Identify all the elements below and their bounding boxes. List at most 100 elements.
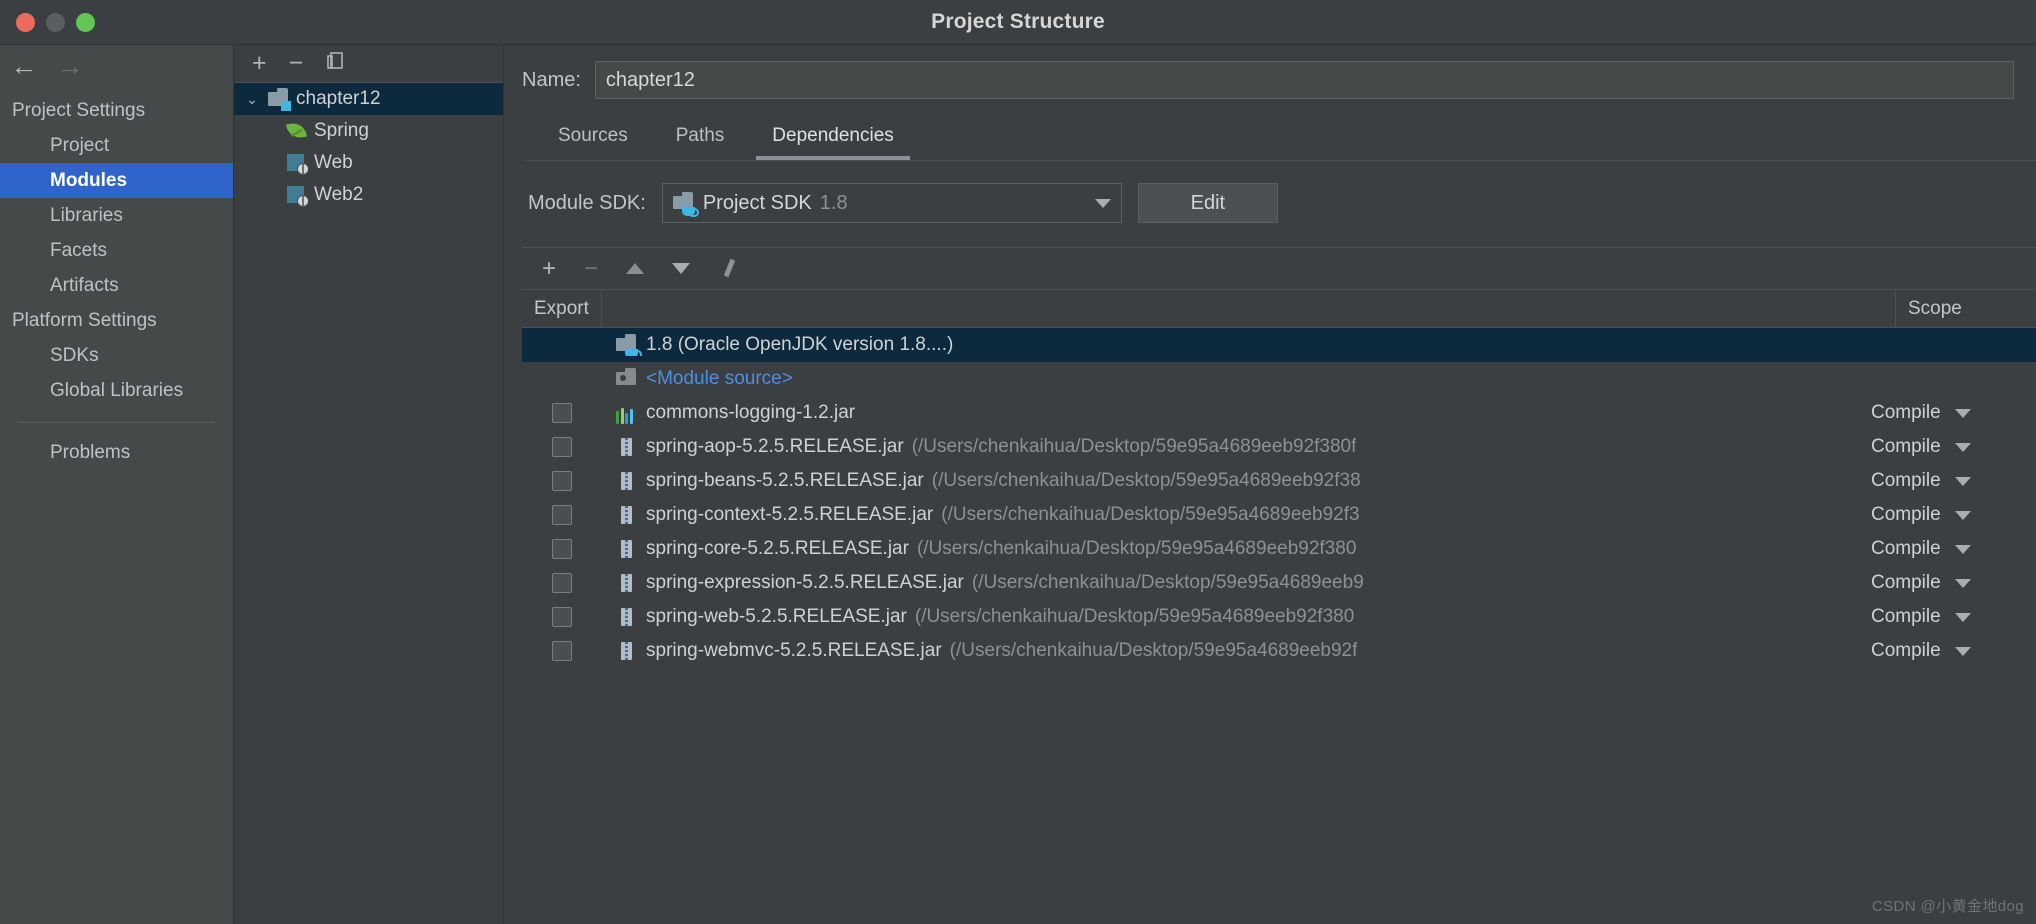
add-dependency-icon[interactable]: +: [542, 256, 556, 281]
back-arrow-icon[interactable]: ←: [10, 52, 38, 80]
sidebar-item-global-libraries[interactable]: Global Libraries: [0, 373, 233, 408]
export-cell[interactable]: [522, 573, 602, 593]
edit-sdk-button[interactable]: Edit: [1137, 183, 1278, 223]
add-module-icon[interactable]: +: [252, 51, 267, 76]
module-tabs: Sources Paths Dependencies: [504, 99, 2036, 160]
tab-dependencies[interactable]: Dependencies: [748, 121, 917, 160]
chevron-down-icon[interactable]: [1954, 408, 1971, 418]
column-header-export[interactable]: Export: [522, 290, 602, 327]
window-body: ← → Project Settings Project Modules Lib…: [0, 45, 2036, 924]
column-header-scope[interactable]: Scope: [1896, 290, 2036, 327]
table-row[interactable]: 1.8 (Oracle OpenJDK version 1.8....): [522, 328, 2036, 362]
settings-sidebar: ← → Project Settings Project Modules Lib…: [0, 45, 234, 924]
scope-value: Compile: [1871, 606, 1941, 627]
chevron-down-icon[interactable]: ⌄: [242, 91, 262, 108]
export-checkbox[interactable]: [552, 437, 572, 457]
export-checkbox[interactable]: [552, 471, 572, 491]
chevron-down-icon[interactable]: [1954, 578, 1971, 588]
table-row[interactable]: <Module source>: [522, 362, 2036, 396]
jdk-icon: [672, 192, 699, 217]
table-row[interactable]: spring-core-5.2.5.RELEASE.jar (/Users/ch…: [522, 532, 2036, 566]
export-cell[interactable]: [522, 403, 602, 423]
table-row[interactable]: spring-webmvc-5.2.5.RELEASE.jar (/Users/…: [522, 634, 2036, 668]
sidebar-divider: [18, 422, 215, 423]
dependency-name-cell: spring-web-5.2.5.RELEASE.jar (/Users/che…: [602, 606, 1871, 628]
export-cell[interactable]: [522, 539, 602, 559]
name-label: Name:: [522, 68, 581, 91]
export-checkbox[interactable]: [552, 573, 572, 593]
table-row[interactable]: spring-context-5.2.5.RELEASE.jar (/Users…: [522, 498, 2036, 532]
scope-cell[interactable]: Compile: [1871, 572, 2036, 594]
tab-sources[interactable]: Sources: [534, 121, 652, 160]
tree-node-spring[interactable]: Spring: [234, 115, 503, 147]
edit-dependency-icon[interactable]: [718, 258, 740, 280]
sidebar-item-artifacts[interactable]: Artifacts: [0, 268, 233, 303]
close-button[interactable]: [16, 12, 35, 32]
remove-dependency-icon[interactable]: −: [584, 256, 598, 281]
scope-cell[interactable]: Compile: [1871, 606, 2036, 628]
module-sdk-label: Module SDK:: [528, 191, 646, 214]
export-cell[interactable]: [522, 437, 602, 457]
chevron-down-icon[interactable]: [1954, 476, 1971, 486]
sidebar-item-modules[interactable]: Modules: [0, 163, 233, 198]
dependency-path: (/Users/chenkaihua/Desktop/59e95a4689eeb…: [931, 470, 1361, 491]
export-cell[interactable]: [522, 607, 602, 627]
export-cell[interactable]: [522, 505, 602, 525]
table-row[interactable]: spring-beans-5.2.5.RELEASE.jar (/Users/c…: [522, 464, 2036, 498]
tree-node-chapter12[interactable]: ⌄ chapter12: [234, 83, 503, 115]
zoom-button[interactable]: [76, 12, 95, 32]
scope-cell[interactable]: Compile: [1871, 504, 2036, 526]
sidebar-item-problems[interactable]: Problems: [0, 435, 233, 470]
table-row[interactable]: spring-web-5.2.5.RELEASE.jar (/Users/che…: [522, 600, 2036, 634]
module-sdk-row: Module SDK: Project SDK 1.8 Edit: [504, 161, 2036, 223]
export-checkbox[interactable]: [552, 641, 572, 661]
dependency-path: (/Users/chenkaihua/Desktop/59e95a4689eeb…: [971, 572, 1364, 593]
chevron-down-icon[interactable]: [1954, 442, 1971, 452]
scope-cell[interactable]: Compile: [1871, 436, 2036, 458]
tree-node-web[interactable]: Web: [234, 147, 503, 179]
spring-icon: [286, 120, 308, 142]
move-up-icon[interactable]: [626, 263, 645, 274]
copy-module-icon[interactable]: [325, 50, 347, 77]
export-checkbox[interactable]: [552, 539, 572, 559]
chevron-down-icon[interactable]: [1954, 510, 1971, 520]
table-row[interactable]: commons-logging-1.2.jar Compile: [522, 396, 2036, 430]
chevron-down-icon[interactable]: [1954, 612, 1971, 622]
edit-button-label: Edit: [1190, 191, 1226, 214]
export-cell[interactable]: [522, 641, 602, 661]
scope-value: Compile: [1871, 504, 1941, 525]
module-sdk-dropdown[interactable]: Project SDK 1.8: [661, 183, 1122, 223]
sidebar-item-facets[interactable]: Facets: [0, 233, 233, 268]
forward-arrow-icon[interactable]: →: [56, 52, 84, 80]
jar-icon: [616, 606, 638, 628]
scope-cell[interactable]: Compile: [1871, 402, 2036, 424]
remove-module-icon[interactable]: −: [289, 51, 304, 76]
table-row[interactable]: spring-expression-5.2.5.RELEASE.jar (/Us…: [522, 566, 2036, 600]
scope-cell[interactable]: Compile: [1871, 538, 2036, 560]
jar-icon: [616, 436, 638, 458]
table-row[interactable]: spring-aop-5.2.5.RELEASE.jar (/Users/che…: [522, 430, 2036, 464]
dependency-name-cell: spring-webmvc-5.2.5.RELEASE.jar (/Users/…: [602, 640, 1871, 662]
module-name-input[interactable]: [594, 61, 2014, 99]
dependency-name-cell: spring-context-5.2.5.RELEASE.jar (/Users…: [602, 504, 1871, 526]
sidebar-item-project[interactable]: Project: [0, 128, 233, 163]
move-down-icon[interactable]: [672, 263, 691, 274]
chevron-down-icon[interactable]: [1954, 646, 1971, 656]
dependency-name: spring-context-5.2.5.RELEASE.jar: [646, 504, 934, 525]
sidebar-item-libraries[interactable]: Libraries: [0, 198, 233, 233]
module-tree-list: ⌄ chapter12 Spring Web Web2: [234, 83, 503, 211]
minimize-button[interactable]: [46, 12, 65, 32]
column-header-name[interactable]: [602, 290, 1896, 327]
export-checkbox[interactable]: [552, 505, 572, 525]
sidebar-item-label: SDKs: [50, 344, 99, 366]
scope-cell[interactable]: Compile: [1871, 470, 2036, 492]
export-cell[interactable]: [522, 471, 602, 491]
tab-paths[interactable]: Paths: [652, 121, 749, 160]
window-controls: [0, 12, 95, 32]
chevron-down-icon[interactable]: [1954, 544, 1971, 554]
tree-node-web2[interactable]: Web2: [234, 179, 503, 211]
scope-cell[interactable]: Compile: [1871, 640, 2036, 662]
sidebar-item-sdks[interactable]: SDKs: [0, 338, 233, 373]
export-checkbox[interactable]: [552, 607, 572, 627]
export-checkbox[interactable]: [552, 403, 572, 423]
